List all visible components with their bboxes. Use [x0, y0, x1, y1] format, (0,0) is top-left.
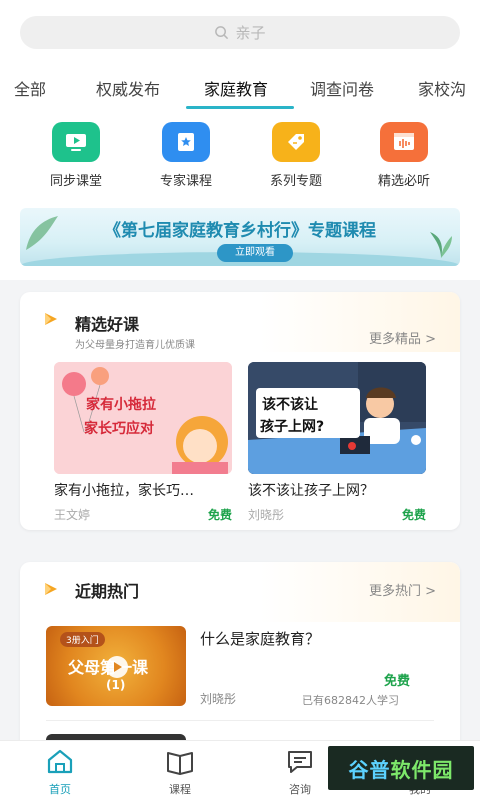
banner-area: 《第七届家庭教育乡村行》专题课程 立即观看	[0, 200, 480, 280]
play-button-icon[interactable]	[106, 656, 128, 678]
thumb-tag: 3册入门	[60, 632, 105, 647]
hot-course-thumbnail[interactable]: 3册入门 父母第一课 (1)	[46, 626, 186, 706]
quick-link-expert-course[interactable]: 专家课程	[146, 122, 226, 189]
quick-link-label: 同步课堂	[49, 174, 102, 189]
section-title: 精选好课	[75, 315, 140, 334]
book-icon	[167, 752, 193, 775]
section-subtitle: 为父母量身打造育儿优质课	[75, 340, 195, 351]
course-price: 免费	[208, 508, 233, 522]
thumb-line-2: 家长巧应对	[84, 421, 154, 437]
audio-icon	[380, 122, 428, 162]
quick-links: 同步课堂 专家课程 系列专题 精选必听	[0, 110, 480, 200]
thumb-line-2: 孩子上网?	[260, 419, 325, 435]
nav-label: 课程	[169, 783, 191, 796]
nav-home[interactable]: 首页	[30, 747, 90, 797]
tab-family-education[interactable]: 家庭教育	[204, 76, 268, 100]
tab-official[interactable]: 权威发布	[96, 76, 160, 100]
course-price: 免费	[402, 508, 427, 522]
play-triangle-icon	[45, 583, 57, 595]
tab-home-school[interactable]: 家校沟	[418, 76, 466, 100]
course-thumbnail[interactable]: 家有小拖拉 家长巧应对	[54, 362, 232, 474]
nav-consult[interactable]: 咨询	[270, 747, 330, 797]
nav-label: 首页	[49, 783, 71, 796]
watermark-text-2: 软件园	[390, 757, 454, 782]
nav-courses[interactable]: 课程	[150, 747, 210, 797]
video-icon	[52, 122, 100, 162]
hot-course-title[interactable]: 什么是家庭教育？	[200, 628, 320, 649]
quick-link-series-topics[interactable]: 系列专题	[256, 122, 336, 189]
course-author: 刘晓彤	[248, 508, 285, 522]
quick-link-label: 系列专题	[269, 174, 322, 189]
course-title[interactable]: 该不该让孩子上网？	[248, 480, 374, 500]
quick-link-must-listen[interactable]: 精选必听	[364, 122, 444, 189]
featured-courses-card: 精选好课 为父母量身打造育儿优质课 更多精品 > 家有小拖拉 家长巧应对 家有小…	[20, 292, 460, 530]
banner-watch-button[interactable]: 立即观看	[217, 244, 293, 262]
list-divider	[46, 720, 434, 721]
tab-survey[interactable]: 调查问卷	[310, 76, 374, 100]
star-book-icon	[162, 122, 210, 162]
promo-banner[interactable]: 《第七届家庭教育乡村行》专题课程 立即观看	[20, 208, 460, 266]
quick-link-label: 精选必听	[377, 174, 430, 189]
banner-title: 《第七届家庭教育乡村行》专题课程	[104, 221, 376, 241]
quick-link-sync-class[interactable]: 同步课堂	[36, 122, 116, 189]
search-placeholder: 亲子	[235, 24, 266, 42]
hot-courses-card: 近期热门 更多热门 > 3册入门 父母第一课 (1) 什么是家庭教育？ 免费 刘…	[20, 562, 460, 752]
tag-icon	[272, 122, 320, 162]
watermark-logo: 谷普 软件园	[328, 746, 474, 790]
course-thumbnail[interactable]: 该不该让 孩子上网?	[248, 362, 426, 474]
search-input[interactable]: 亲子	[20, 16, 460, 49]
category-tabs: 全部 权威发布 家庭教育 调查问卷 家校沟	[0, 62, 480, 110]
search-icon	[215, 26, 229, 40]
hot-course-author: 刘晓彤	[200, 692, 237, 706]
active-tab-indicator	[186, 106, 294, 109]
course-title[interactable]: 家有小拖拉，家长巧…	[54, 480, 194, 500]
hot-course-learners: 已有682842人学习	[302, 694, 399, 707]
course-author: 王文婷	[54, 508, 91, 522]
thumb-number: (1)	[106, 678, 126, 692]
search-bar-area: 亲子	[0, 0, 480, 62]
watermark-text-1: 谷普	[348, 757, 391, 782]
home-icon	[47, 749, 73, 774]
play-triangle-icon	[45, 313, 57, 325]
chat-icon	[288, 751, 312, 773]
section-title: 近期热门	[75, 582, 140, 601]
tab-all[interactable]: 全部	[14, 76, 46, 100]
thumb-line-1: 该不该让	[262, 397, 318, 413]
quick-link-label: 专家课程	[159, 174, 212, 189]
more-featured-link[interactable]: 更多精品 >	[369, 328, 436, 347]
nav-label: 咨询	[289, 783, 311, 796]
hot-course-price: 免费	[384, 674, 411, 689]
thumb-line-1: 家有小拖拉	[86, 397, 156, 413]
more-hot-link[interactable]: 更多热门 >	[369, 580, 436, 599]
